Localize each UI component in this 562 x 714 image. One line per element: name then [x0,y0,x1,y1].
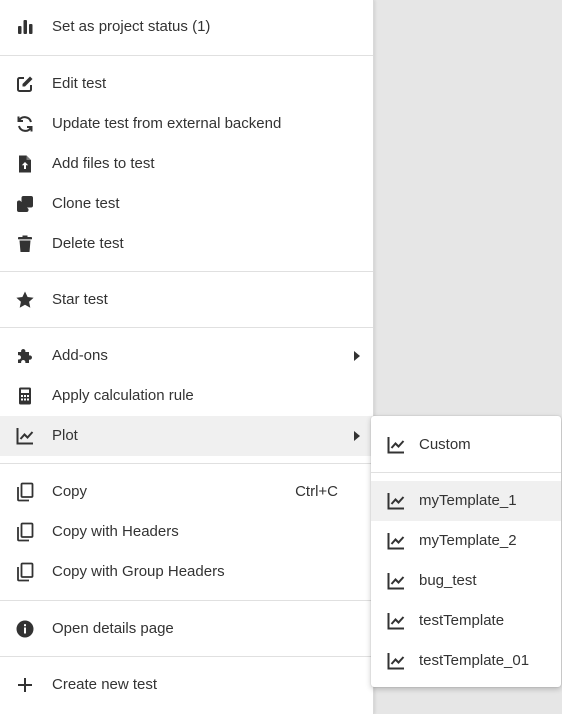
line-chart-icon [385,611,407,631]
copy-icon [14,522,36,542]
plot-item-mytemplate-1[interactable]: myTemplate_1 [371,481,561,521]
menu-item-label: Set as project status (1) [52,18,211,35]
plot-item-testtemplate[interactable]: testTemplate [371,601,561,641]
menu-divider [0,327,373,328]
plot-item-label: testTemplate_01 [419,652,530,669]
menu-item-label: Open details page [52,620,174,637]
plot-item-testtemplate-01[interactable]: testTemplate_01 [371,641,561,681]
info-icon [14,619,36,639]
menu-item-copy[interactable]: Copy Ctrl+C [0,472,373,512]
line-chart-icon [385,435,407,455]
plus-icon [14,675,36,695]
edit-icon [14,74,36,94]
menu-item-open-details[interactable]: Open details page [0,609,373,649]
menu-item-label: Add-ons [52,347,108,364]
menu-divider [0,463,373,464]
refresh-icon [14,114,36,134]
menu-item-label: Star test [52,291,108,308]
submenu-arrow-icon [354,431,360,441]
menu-item-update-test[interactable]: Update test from external backend [0,104,373,144]
plot-item-bug-test[interactable]: bug_test [371,561,561,601]
menu-item-add-ons[interactable]: Add-ons [0,336,373,376]
menu-item-copy-with-group-headers[interactable]: Copy with Group Headers [0,552,373,592]
submenu-divider [371,472,561,473]
menu-item-add-files[interactable]: Add files to test [0,144,373,184]
bar-chart-icon [14,17,36,37]
menu-item-plot[interactable]: Plot [0,416,373,456]
star-icon [14,290,36,310]
trash-icon [14,234,36,254]
menu-item-label: Copy with Headers [52,523,179,540]
menu-item-apply-calculation-rule[interactable]: Apply calculation rule [0,376,373,416]
line-chart-icon [385,531,407,551]
menu-item-copy-with-headers[interactable]: Copy with Headers [0,512,373,552]
plot-submenu: Custom myTemplate_1 myTemplate_2 bug_tes… [371,416,561,687]
plot-item-mytemplate-2[interactable]: myTemplate_2 [371,521,561,561]
submenu-arrow-icon [354,351,360,361]
line-chart-icon [14,426,36,446]
plot-item-label: myTemplate_2 [419,532,517,549]
menu-divider [0,600,373,601]
clone-icon [14,194,36,214]
menu-divider [0,271,373,272]
menu-item-label: Delete test [52,235,124,252]
shortcut-label: Ctrl+C [295,483,338,500]
plot-item-label: Custom [419,436,471,453]
menu-item-create-new-test[interactable]: Create new test [0,665,373,705]
menu-item-label: Apply calculation rule [52,387,194,404]
context-menu: Set as project status (1) Edit test Upda… [0,0,374,714]
puzzle-icon [14,346,36,366]
menu-item-label: Plot [52,427,78,444]
menu-item-star-test[interactable]: Star test [0,280,373,320]
menu-item-set-project-status[interactable]: Set as project status (1) [0,7,373,47]
menu-item-label: Copy with Group Headers [52,563,225,580]
menu-item-label: Create new test [52,676,158,693]
menu-item-label: Update test from external backend [52,115,282,132]
menu-item-label: Edit test [52,75,107,92]
line-chart-icon [385,651,407,671]
calculator-icon [14,386,36,406]
plot-item-custom[interactable]: Custom [371,425,561,465]
copy-icon [14,562,36,582]
plot-item-label: bug_test [419,572,477,589]
line-chart-icon [385,571,407,591]
plot-item-label: myTemplate_1 [419,492,517,509]
file-upload-icon [14,154,36,174]
menu-item-edit-test[interactable]: Edit test [0,64,373,104]
plot-item-label: testTemplate [419,612,505,629]
menu-item-delete-test[interactable]: Delete test [0,224,373,264]
menu-divider [0,656,373,657]
menu-item-label: Copy [52,483,88,500]
menu-item-clone-test[interactable]: Clone test [0,184,373,224]
menu-divider [0,55,373,56]
copy-icon [14,482,36,502]
menu-item-label: Add files to test [52,155,155,172]
line-chart-icon [385,491,407,511]
menu-item-label: Clone test [52,195,120,212]
